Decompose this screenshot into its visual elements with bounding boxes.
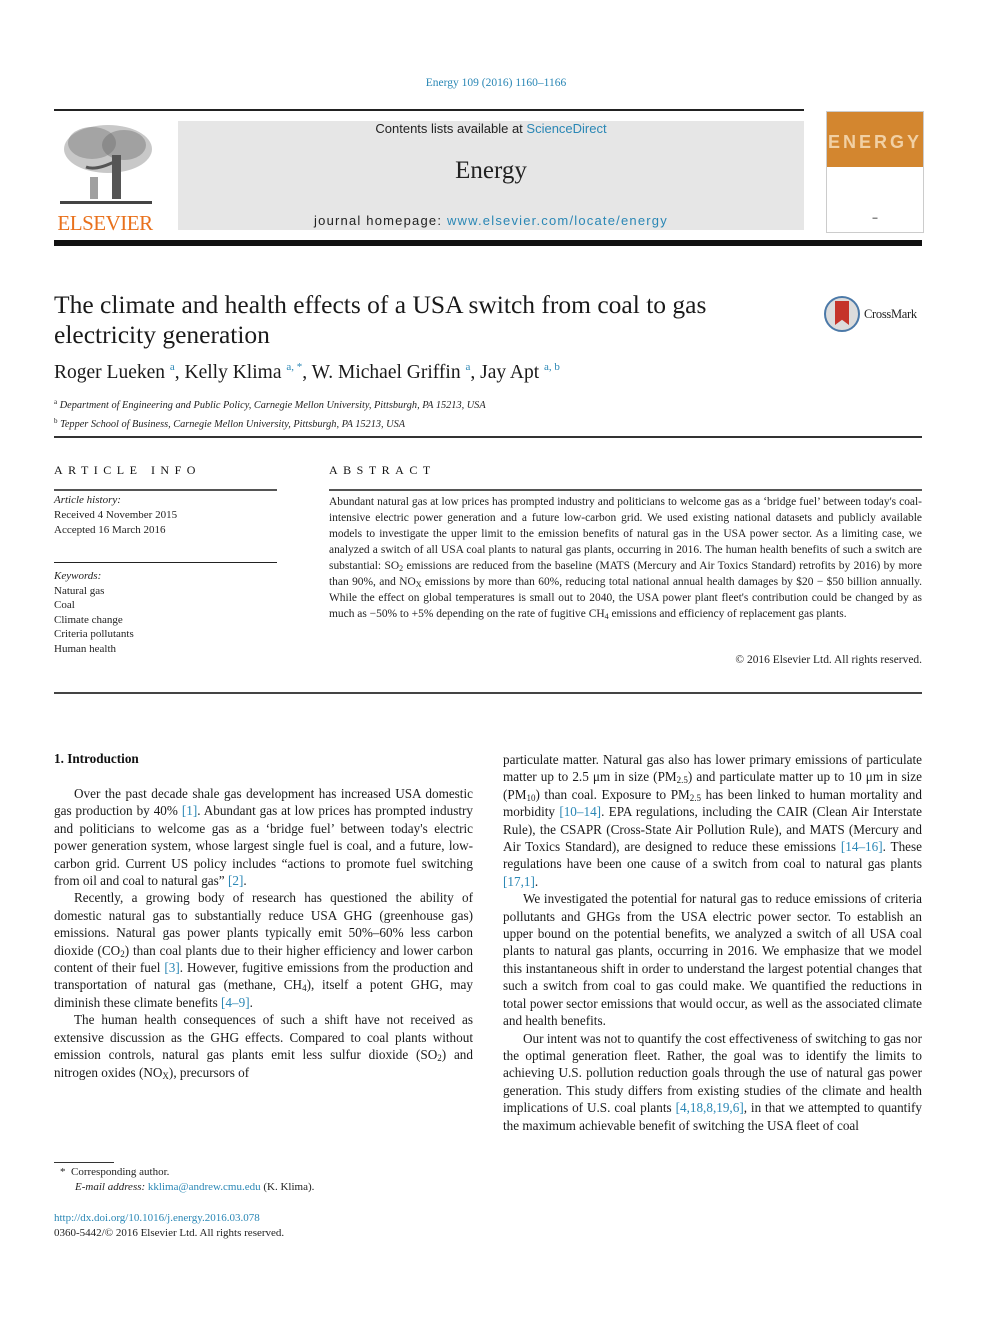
body-column-right: particulate matter. Natural gas also has…	[503, 751, 922, 1134]
paragraph: We investigated the potential for natura…	[503, 891, 922, 1029]
citation-link[interactable]: [17,1]	[503, 874, 535, 889]
text: .	[534, 873, 539, 889]
author-name: Kelly Klima	[184, 362, 282, 383]
divider	[54, 436, 922, 438]
email-label: E-mail address:	[75, 1181, 146, 1193]
paragraph: Over the past decade shale gas developme…	[54, 785, 473, 889]
contents-line: Contents lists available at ScienceDirec…	[178, 121, 804, 136]
footnote-rule	[54, 1162, 114, 1163]
citation-link[interactable]: [4–9]	[221, 995, 250, 1010]
received-date: Received 4 November 2015	[54, 509, 178, 521]
footnote: * Corresponding author. E-mail address: …	[60, 1165, 314, 1195]
citation-link[interactable]: [3]	[164, 960, 179, 975]
cover-footer: ▬	[872, 216, 878, 221]
keyword: Natural gas	[54, 584, 105, 597]
journal-name: Energy	[455, 157, 527, 184]
history-label: Article history:	[54, 494, 121, 506]
doi-block: http://dx.doi.org/10.1016/j.energy.2016.…	[54, 1211, 284, 1241]
affiliation: a Department of Engineering and Public P…	[54, 395, 486, 414]
citation-link[interactable]: [4,18,8,19,6]	[676, 1100, 744, 1115]
affiliation: b Tepper School of Business, Carnegie Me…	[54, 414, 486, 433]
affiliations: a Department of Engineering and Public P…	[54, 395, 486, 432]
elsevier-wordmark: ELSEVIER	[57, 211, 153, 235]
author[interactable]: Jay Apt a, b	[480, 361, 560, 383]
subscript: 2.5	[676, 775, 688, 786]
email-suffix: (K. Klima).	[260, 1181, 315, 1193]
email-line: E-mail address: kklima@andrew.cmu.edu (K…	[60, 1180, 314, 1195]
journal-citation-link[interactable]: Energy 109 (2016) 1160–1166	[0, 77, 992, 89]
abstract-heading: ABSTRACT	[329, 463, 436, 477]
keywords: Keywords: Natural gas Coal Climate chang…	[54, 569, 134, 656]
crossmark-button[interactable]: CrossMark	[824, 296, 924, 336]
paragraph: The human health consequences of such a …	[54, 1011, 473, 1081]
abstract-copyright: © 2016 Elsevier Ltd. All rights reserved…	[735, 654, 922, 666]
author-name: W. Michael Griffin	[311, 362, 461, 383]
author-affil-mark[interactable]: a	[465, 361, 470, 373]
elsevier-logo[interactable]: ELSEVIER	[54, 121, 156, 235]
accepted-date: Accepted 16 March 2016	[54, 524, 166, 536]
article-history: Article history: Received 4 November 201…	[54, 493, 177, 538]
section-heading: 1. Introduction	[54, 751, 139, 766]
paragraph: Recently, a growing body of research has…	[54, 889, 473, 1011]
divider	[54, 692, 922, 694]
body-column-left: Over the past decade shale gas developme…	[54, 785, 473, 1081]
homepage-link[interactable]: www.elsevier.com/locate/energy	[447, 213, 668, 228]
homepage-prefix: journal homepage:	[314, 213, 447, 228]
author[interactable]: W. Michael Griffin a	[311, 361, 471, 383]
corresponding-author-note: * Corresponding author.	[60, 1165, 314, 1180]
affil-text: Department of Engineering and Public Pol…	[59, 400, 486, 411]
citation-link[interactable]: [1]	[182, 803, 197, 818]
keywords-label: Keywords:	[54, 570, 102, 582]
citation-link[interactable]: [10–14]	[559, 804, 601, 819]
affil-mark: b	[54, 416, 58, 425]
text: .	[243, 873, 247, 889]
journal-banner: Contents lists available at ScienceDirec…	[178, 121, 804, 230]
abstract-text: Abundant natural gas at low prices has p…	[329, 494, 922, 622]
email-link[interactable]: kklima@andrew.cmu.edu	[148, 1181, 261, 1193]
crossmark-label: CrossMark	[864, 307, 917, 321]
author-list: Roger Lueken a, Kelly Klima a, *, W. Mic…	[54, 361, 560, 383]
cover-title: ENERGY	[827, 132, 923, 152]
keyword: Coal	[54, 599, 75, 611]
text: ), precursors of	[168, 1064, 250, 1080]
keyword: Climate change	[54, 613, 123, 626]
author[interactable]: Kelly Klima a, *	[184, 361, 303, 383]
divider	[54, 489, 277, 491]
homepage-line: journal homepage: www.elsevier.com/locat…	[178, 213, 804, 228]
journal-cover-thumbnail[interactable]: ENERGY ▬	[826, 111, 924, 233]
author-affil-mark[interactable]: a, *	[286, 361, 302, 373]
divider	[54, 562, 277, 563]
paragraph: Our intent was not to quantify the cost …	[503, 1030, 922, 1134]
issn-copyright: 0360-5442/© 2016 Elsevier Ltd. All right…	[54, 1227, 285, 1239]
text: .	[249, 994, 253, 1010]
contents-prefix: Contents lists available at	[375, 121, 527, 136]
citation-link[interactable]: [2]	[228, 873, 243, 888]
corresponding-text: Corresponding author.	[71, 1166, 170, 1178]
elsevier-tree-icon	[60, 125, 152, 204]
article-info-heading: ARTICLE INFO	[54, 463, 201, 477]
author-name: Roger Lueken	[54, 362, 166, 383]
citation-link[interactable]: [14–16]	[841, 839, 883, 854]
text: The human health consequences of such a …	[54, 1012, 473, 1063]
doi-link[interactable]: http://dx.doi.org/10.1016/j.energy.2016.…	[54, 1212, 260, 1224]
author-name: Jay Apt	[480, 362, 540, 383]
sciencedirect-link[interactable]: ScienceDirect	[526, 121, 606, 136]
divider	[329, 489, 922, 491]
affil-mark: a	[54, 398, 58, 406]
header-rule	[54, 109, 804, 111]
subscript: 2.5	[689, 792, 702, 803]
abstract-segment: emissions and efficiency of replacement …	[608, 608, 847, 620]
paragraph: particulate matter. Natural gas also has…	[503, 751, 922, 890]
author-affil-mark[interactable]: a	[170, 361, 175, 373]
affil-text: Tepper School of Business, Carnegie Mell…	[60, 418, 406, 430]
header-thick-rule	[54, 240, 922, 246]
author[interactable]: Roger Lueken a	[54, 361, 175, 383]
text: ) than coal. Exposure to PM	[535, 786, 690, 802]
author-affil-mark[interactable]: a, b	[544, 361, 560, 373]
article-title: The climate and health effects of a USA …	[54, 290, 707, 349]
keyword: Criteria pollutants	[54, 628, 134, 640]
keyword: Human health	[54, 642, 117, 655]
footnote-star: *	[60, 1166, 66, 1178]
